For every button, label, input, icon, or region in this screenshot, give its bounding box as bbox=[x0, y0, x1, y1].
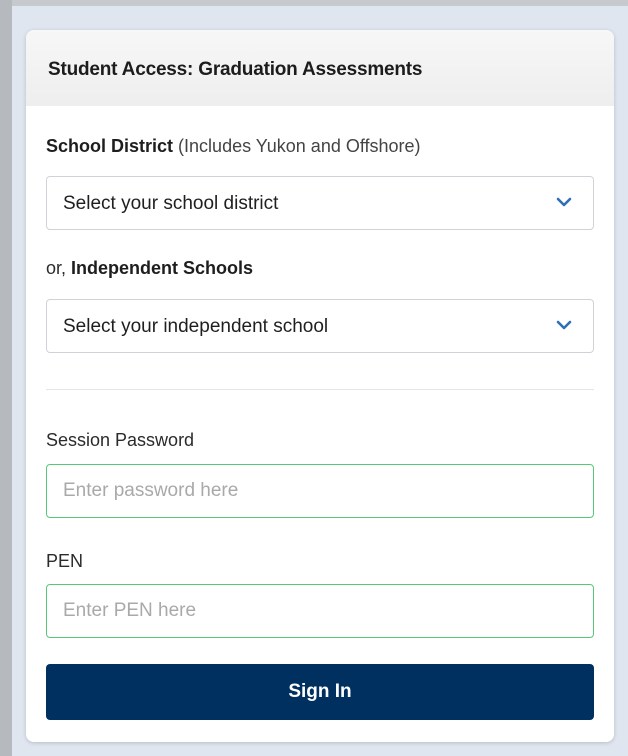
session-password-input[interactable] bbox=[46, 464, 594, 518]
sign-in-button[interactable]: Sign In bbox=[46, 664, 594, 720]
chevron-down-icon bbox=[556, 320, 572, 330]
independent-schools-label-bold: Independent Schools bbox=[71, 258, 254, 278]
chevron-down-icon bbox=[556, 197, 572, 207]
independent-schools-label: or, Independent Schools bbox=[46, 258, 253, 279]
school-district-label: School District (Includes Yukon and Offs… bbox=[46, 136, 421, 157]
session-password-label: Session Password bbox=[46, 430, 195, 450]
pen-input[interactable] bbox=[46, 584, 594, 638]
card-body: School District (Includes Yukon and Offs… bbox=[26, 106, 614, 742]
independent-school-select[interactable]: Select your independent school bbox=[46, 299, 594, 353]
login-card: Student Access: Graduation Assessments S… bbox=[26, 30, 614, 742]
school-district-label-note: (Includes Yukon and Offshore) bbox=[178, 136, 421, 156]
pen-label: PEN bbox=[46, 551, 84, 571]
section-divider bbox=[46, 389, 594, 390]
card-title: Student Access: Graduation Assessments bbox=[48, 59, 423, 80]
window-frame-left bbox=[0, 0, 12, 756]
card-header: Student Access: Graduation Assessments bbox=[26, 30, 614, 107]
independent-schools-label-prefix: or, bbox=[46, 258, 67, 278]
window-frame-top bbox=[0, 0, 628, 6]
school-district-label-bold: School District bbox=[46, 136, 174, 156]
school-district-select[interactable]: Select your school district bbox=[46, 176, 594, 230]
independent-school-select-value: Select your independent school bbox=[63, 316, 329, 337]
school-district-select-value: Select your school district bbox=[63, 193, 279, 214]
